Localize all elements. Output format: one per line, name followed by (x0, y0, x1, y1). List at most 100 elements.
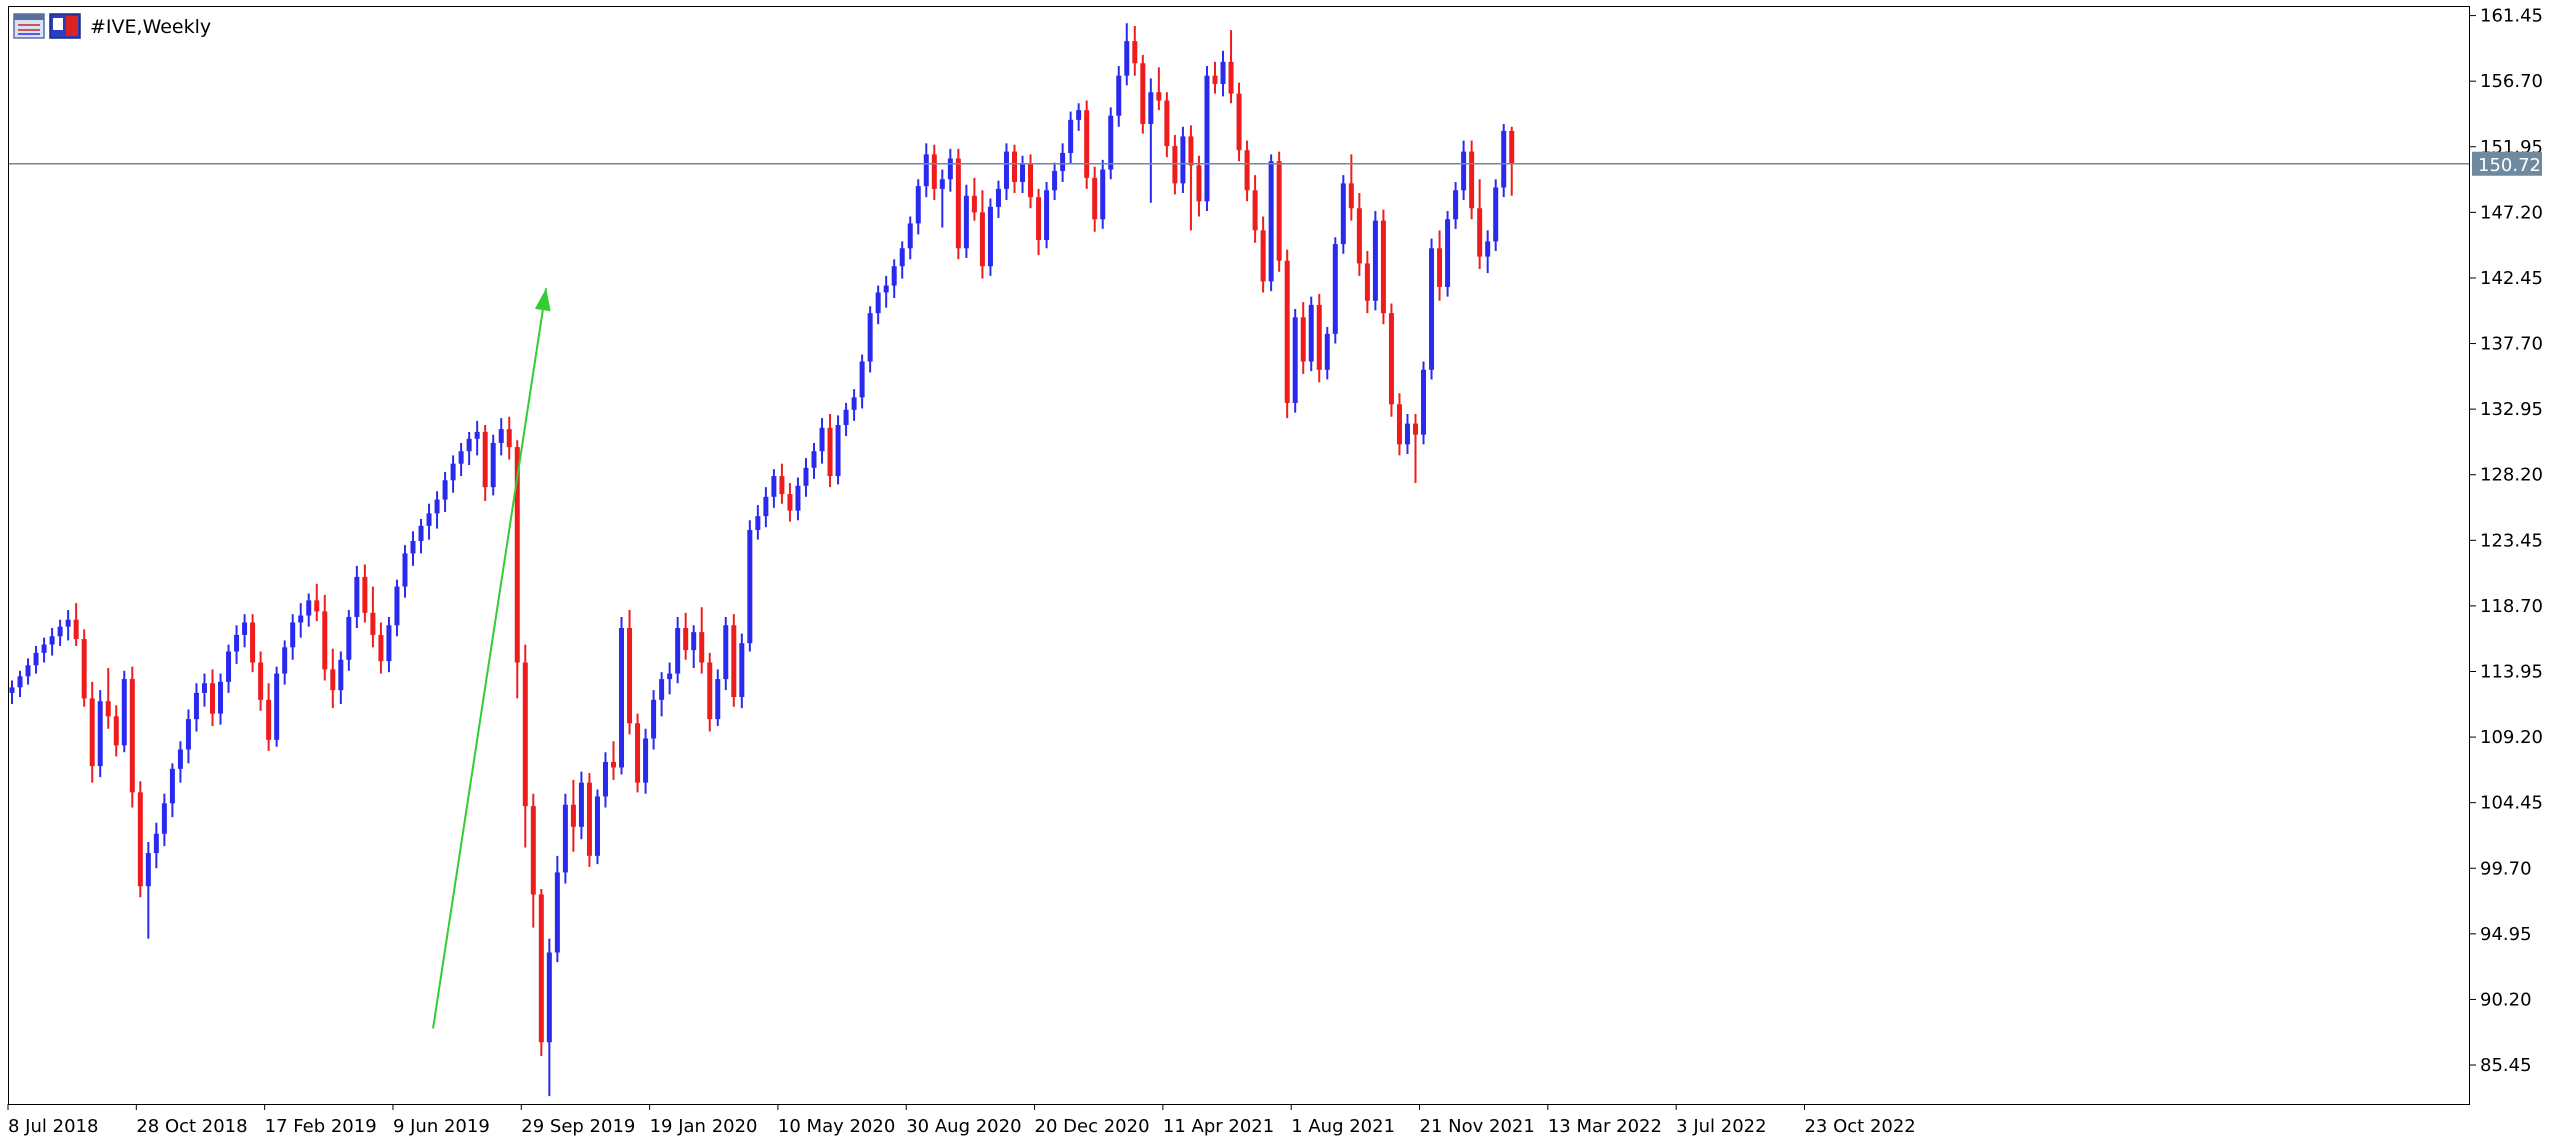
candle (1493, 179, 1499, 252)
candle (121, 670, 127, 753)
candle (1284, 249, 1290, 419)
candle-body (129, 679, 135, 793)
candle-body (1140, 63, 1146, 124)
candle-body (699, 632, 705, 663)
candle-body (482, 431, 488, 488)
candle-body (1324, 333, 1330, 370)
candle-body (931, 154, 937, 189)
candle-body (161, 803, 167, 834)
candle-body (1453, 190, 1459, 220)
candle-body (354, 576, 360, 617)
candle-body (145, 853, 151, 887)
x-tick-label: 30 Aug 2020 (906, 1116, 1021, 1137)
candle-body (1284, 260, 1290, 403)
candle-body (201, 683, 207, 693)
candle-body (1156, 92, 1162, 101)
y-tick-label: 128.20 (2480, 465, 2543, 486)
candle-body (466, 438, 472, 452)
candle-body (81, 639, 87, 699)
candle-body (883, 285, 889, 293)
candle-body (1461, 151, 1467, 191)
candle-body (1477, 208, 1483, 257)
candle-body (1501, 130, 1507, 188)
x-tick-label: 10 May 2020 (778, 1116, 895, 1137)
candle-body (1084, 110, 1090, 178)
candle-body (747, 529, 753, 644)
price-chart[interactable]: 161.45156.70151.95147.20142.45137.70132.… (0, 0, 2566, 1148)
candle-body (1493, 187, 1499, 242)
candle-body (250, 622, 256, 663)
y-tick-label: 109.20 (2480, 727, 2543, 748)
candle-body (1396, 404, 1402, 445)
candle-body (899, 248, 905, 267)
candle-body (474, 431, 480, 439)
candle-body (234, 634, 240, 652)
y-tick-label: 147.20 (2480, 202, 2543, 223)
candle-body (635, 723, 641, 783)
x-tick-label: 1 Aug 2021 (1291, 1116, 1395, 1137)
candle-body (1509, 130, 1515, 164)
chart-background (0, 0, 2566, 1148)
candle (129, 666, 135, 808)
candle-body (819, 427, 825, 452)
x-tick-label: 8 Jul 2018 (8, 1116, 98, 1137)
candle-body (73, 619, 79, 640)
candle (731, 614, 737, 707)
candle (619, 616, 625, 775)
candle-body (378, 634, 384, 662)
candle-body (683, 627, 689, 651)
symbol-flag-icon[interactable] (49, 13, 81, 39)
candle-body (89, 698, 95, 767)
candle (1236, 82, 1242, 162)
candle-body (578, 782, 584, 827)
candle-body (362, 576, 368, 613)
candle (1429, 238, 1435, 380)
candle-body (169, 768, 175, 804)
candle-body (554, 872, 560, 953)
candle-body (651, 699, 657, 739)
candle-body (1485, 241, 1491, 257)
candle-body (418, 525, 424, 542)
chart-window-icon[interactable] (13, 13, 45, 39)
candle (1332, 237, 1338, 344)
candle-body (1252, 190, 1258, 231)
candle-body (803, 467, 809, 486)
candle-body (779, 476, 785, 495)
candle-body (907, 223, 913, 249)
candle (1268, 154, 1274, 292)
candle-body (1421, 369, 1427, 435)
candle-body (1003, 151, 1009, 189)
candle-body (1148, 92, 1154, 124)
candle-body (795, 485, 801, 511)
candle-body (1260, 230, 1266, 282)
candle (1204, 65, 1210, 211)
candle-body (843, 409, 849, 426)
candle-body (538, 894, 544, 1043)
candle (1316, 293, 1322, 383)
candle (81, 629, 87, 707)
candle-body (137, 792, 143, 887)
candle-body (643, 738, 649, 783)
candle-body (867, 313, 873, 362)
candle-body (426, 513, 432, 526)
x-tick-label: 11 Apr 2021 (1163, 1116, 1274, 1137)
candle-body (41, 644, 47, 653)
candle-body (298, 615, 304, 623)
candle-body (65, 619, 71, 627)
candle-body (442, 480, 448, 500)
candle-body (1300, 317, 1306, 362)
candle-body (1092, 177, 1098, 220)
candle-body (586, 782, 592, 856)
candle-body (1404, 423, 1410, 445)
candle-body (1012, 151, 1017, 182)
candle (1108, 107, 1114, 180)
candle-body (611, 761, 616, 768)
candle-body (49, 636, 55, 645)
candle-body (490, 442, 496, 488)
candle-body (875, 292, 881, 314)
x-tick-label: 3 Jul 2022 (1676, 1116, 1766, 1137)
candle (490, 434, 496, 496)
candle-body (498, 429, 504, 443)
x-tick-label: 21 Nov 2021 (1420, 1116, 1535, 1137)
candle-body (153, 833, 159, 854)
